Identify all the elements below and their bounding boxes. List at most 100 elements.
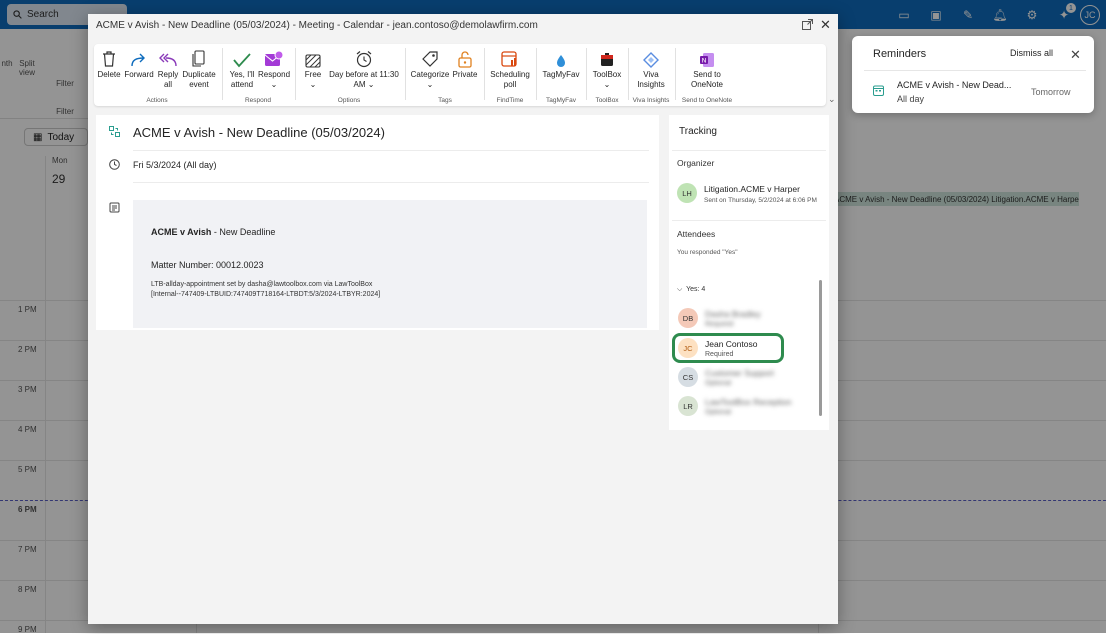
group-label-viva: Viva Insights — [632, 97, 670, 104]
yes-group-toggle[interactable]: ⌵ Yes: 4 — [677, 286, 705, 294]
private-label: Private — [452, 70, 478, 79]
reply-all-button[interactable]: Reply all — [156, 46, 180, 90]
divider — [672, 150, 826, 151]
event-notes: ACME v Avish - New Deadline Matter Numbe… — [133, 200, 647, 328]
meeting-icon — [109, 126, 120, 137]
event-ribbon: Delete Forward Reply all Duplicate event… — [94, 44, 826, 106]
attendee-name[interactable]: Customer Support — [705, 368, 774, 378]
tracking-scrollbar[interactable] — [819, 280, 822, 416]
group-label-toolbox: ToolBox — [595, 97, 619, 104]
organizer-sent-time: Sent on Thursday, 5/2/2024 at 6:06 PM — [704, 197, 817, 204]
reminder-snooze[interactable]: Tomorrow — [1031, 87, 1071, 97]
attendees-header: Attendees — [677, 229, 716, 239]
toolbox-icon — [601, 53, 613, 66]
checkmark-icon — [233, 53, 251, 68]
attendee-role: Optional — [705, 409, 732, 416]
highlight-box — [672, 333, 784, 363]
notes-heading: ACME v Avish - New Deadline — [151, 227, 275, 237]
group-separator — [536, 48, 537, 100]
window-titlebar: ACME v Avish - New Deadline (05/03/2024)… — [88, 14, 838, 38]
svg-text:N: N — [702, 57, 707, 65]
notes-heading-rest: - New Deadline — [211, 227, 276, 237]
chevron-down-icon: ⌄ — [309, 80, 317, 89]
ribbon-expand-icon[interactable]: ⌄ — [828, 94, 836, 105]
reminders-panel: Reminders Dismiss all ✕ ACME v Avish - N… — [852, 36, 1094, 113]
show-as-free-button[interactable]: Free ⌄ — [300, 46, 326, 90]
attendee-avatar[interactable]: CS — [678, 367, 698, 387]
reminder-button[interactable]: Day before at 11:30 AM ⌄ — [326, 46, 402, 90]
viva-insights-icon — [643, 52, 659, 68]
attendee-avatar[interactable]: LR — [678, 396, 698, 416]
group-separator — [628, 48, 629, 100]
delete-button[interactable]: Delete — [96, 46, 122, 80]
delete-label: Delete — [97, 70, 121, 79]
group-separator — [675, 48, 676, 100]
attendee-avatar[interactable]: DB — [678, 308, 698, 328]
group-label-actions: Actions — [146, 97, 168, 104]
response-note: You responded "Yes" — [677, 249, 738, 256]
viva-insights-button[interactable]: Viva Insights — [632, 46, 670, 90]
yes-group-label: Yes: 4 — [686, 286, 706, 293]
respond-envelope-icon — [264, 50, 284, 66]
divider — [133, 150, 649, 151]
chevron-down-icon: ⌄ — [603, 80, 611, 89]
toolbox-button[interactable]: ToolBox ⌄ — [590, 46, 624, 90]
event-details-pane: ACME v Avish - New Deadline (05/03/2024)… — [96, 115, 659, 330]
duplicate-event-button[interactable]: Duplicate event — [180, 46, 218, 90]
tagmyfav-button[interactable]: TagMyFav — [540, 46, 582, 80]
divider — [864, 70, 1086, 71]
send-to-onenote-button[interactable]: N Send to OneNote — [678, 46, 736, 90]
tagmyfav-label: TagMyFav — [542, 70, 580, 79]
forward-icon — [131, 53, 145, 67]
attendee-name[interactable]: Dasha Bradley — [705, 309, 761, 319]
respond-button[interactable]: Respond ⌄ — [258, 46, 290, 90]
chevron-down-icon: ⌄ — [426, 80, 434, 89]
group-label-findtime: FindTime — [496, 97, 524, 104]
event-subject: ACME v Avish - New Deadline (05/03/2024) — [133, 125, 385, 140]
group-separator — [586, 48, 587, 100]
trash-icon — [103, 51, 115, 67]
ltb-internal-id: [Internal--747409-LTBUID:747409T718164-L… — [151, 291, 381, 298]
yes-attend-button[interactable]: Yes, I'll attend — [226, 46, 258, 90]
reminder-subtitle: All day — [897, 94, 925, 104]
onenote-icon: N — [700, 53, 714, 67]
free-label: Free — [304, 70, 322, 79]
group-label-tags: Tags — [438, 97, 452, 104]
viva-label-2: Insights — [637, 80, 665, 89]
group-separator — [484, 48, 485, 100]
attendee-role: Optional — [705, 380, 732, 387]
categorize-label: Categorize — [410, 70, 450, 79]
calendar-event-icon — [873, 85, 884, 96]
chevron-down-icon: ⌵ — [677, 286, 683, 293]
attendee-name[interactable]: LawToolBox Reception — [705, 397, 791, 407]
scheduling-poll-button[interactable]: Scheduling poll — [488, 46, 532, 90]
close-icon[interactable]: ✕ — [820, 17, 831, 33]
attend-label: Yes, I'll — [229, 70, 255, 79]
private-button[interactable]: Private — [450, 46, 480, 80]
close-icon[interactable]: ✕ — [1070, 47, 1081, 63]
reply-all-icon — [159, 53, 177, 67]
dismiss-all-button[interactable]: Dismiss all — [1010, 48, 1053, 58]
window-title: ACME v Avish - New Deadline (05/03/2024)… — [96, 20, 538, 31]
categorize-button[interactable]: Categorize ⌄ — [410, 46, 450, 90]
reply-all-label: Reply — [157, 70, 179, 79]
forward-button[interactable]: Forward — [122, 46, 156, 80]
viva-label: Viva — [643, 70, 659, 79]
tracking-pane: Tracking Organizer LH Litigation.ACME v … — [669, 115, 829, 430]
organizer-avatar[interactable]: LH — [677, 183, 697, 203]
duplicate-icon — [192, 50, 205, 67]
attendee-role: Required — [705, 321, 734, 328]
popout-icon[interactable] — [802, 19, 813, 30]
onenote-label: Send to — [693, 70, 721, 79]
group-separator — [222, 48, 223, 100]
notes-heading-bold: ACME v Avish — [151, 227, 212, 237]
reminder-title[interactable]: ACME v Avish - New Dead... — [897, 80, 1011, 90]
organizer-name[interactable]: Litigation.ACME v Harper — [704, 184, 800, 194]
tag-icon — [422, 51, 438, 67]
group-label-respond: Respond — [244, 97, 272, 104]
duplicate-label-2: event — [189, 80, 209, 89]
notes-icon — [109, 202, 120, 213]
divider — [672, 220, 826, 221]
group-label-onenote: Send to OneNote — [681, 97, 733, 104]
chevron-down-icon: ⌄ — [270, 80, 278, 89]
